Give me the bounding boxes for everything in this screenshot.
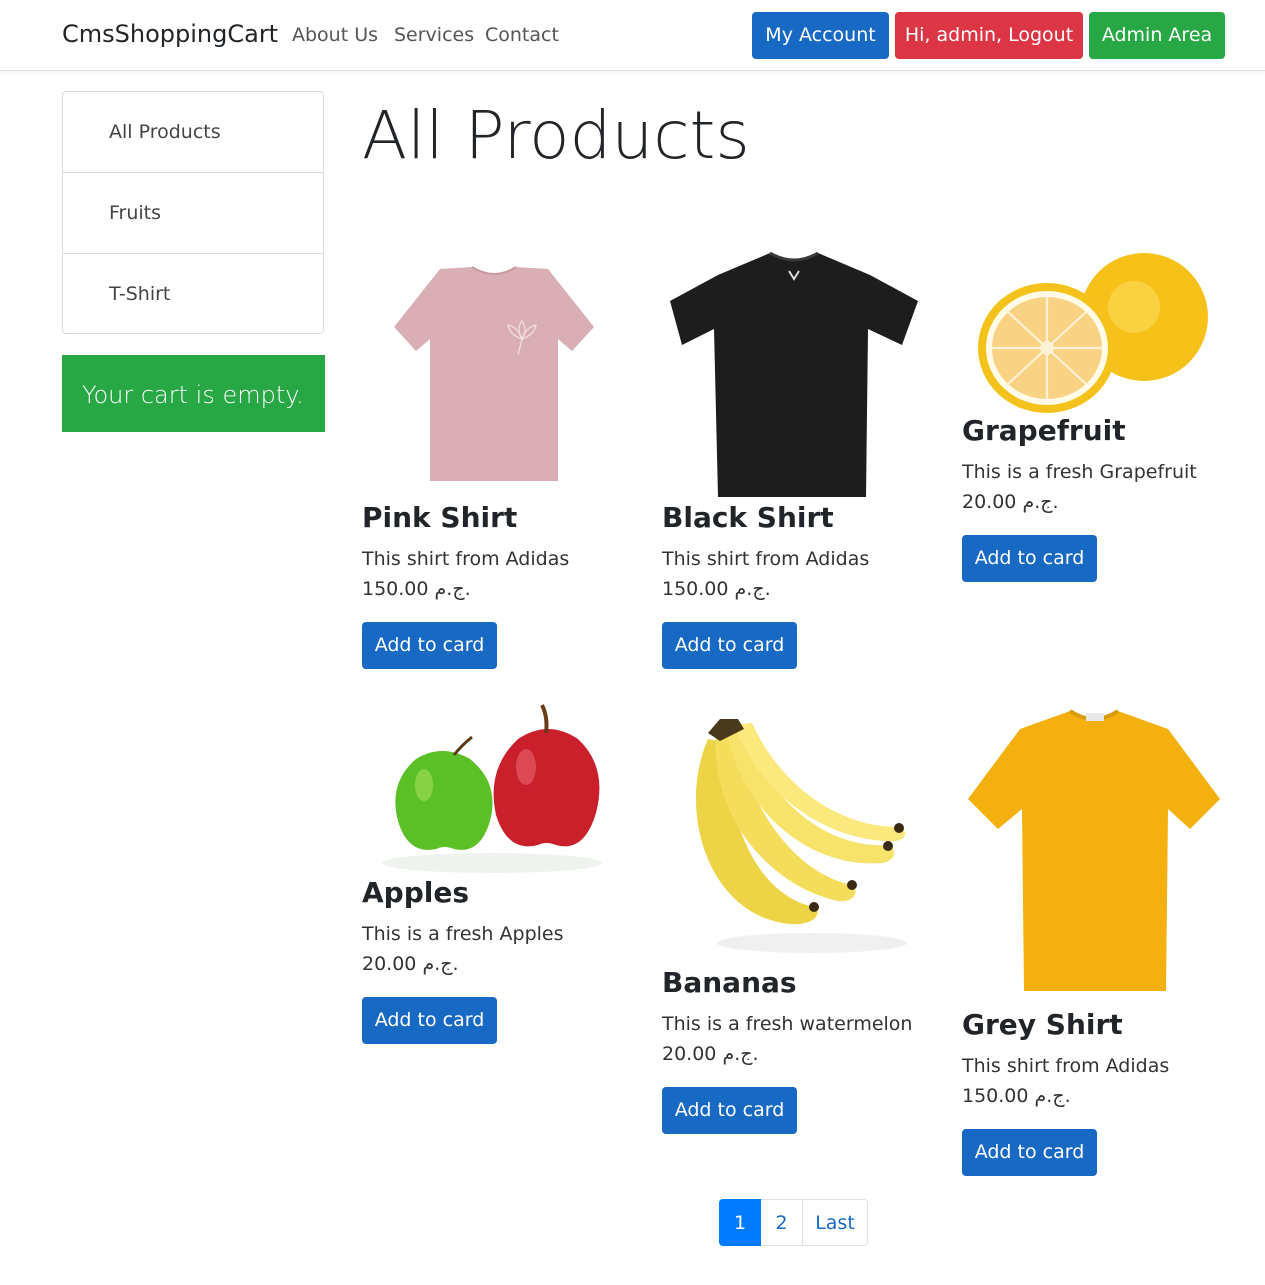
product-description: This is a fresh Grapefruit [962, 461, 1197, 484]
product-price: 150.00 ج.م. [962, 1085, 1071, 1108]
product-price: 20.00 ج.م. [662, 1043, 759, 1066]
product-image-bananas[interactable] [662, 703, 927, 965]
page-last[interactable]: Last [803, 1199, 868, 1246]
product-name[interactable]: Apples [362, 875, 627, 911]
category-t-shirt[interactable]: T-Shirt [63, 254, 323, 335]
navbar: CmsShoppingCart About Us Services Contac… [0, 0, 1265, 71]
add-to-cart-button[interactable]: Add to card [362, 997, 497, 1045]
product-name[interactable]: Black Shirt [662, 500, 927, 536]
product-name[interactable]: Bananas [662, 965, 927, 1001]
product-image-grapefruit[interactable] [962, 245, 1227, 413]
my-account-button[interactable]: My Account [752, 12, 889, 59]
admin-area-button[interactable]: Admin Area [1089, 12, 1225, 59]
product-description: This is a fresh Apples [362, 923, 564, 946]
product-name[interactable]: Grey Shirt [962, 1007, 1227, 1043]
product-card: Grapefruit This is a fresh Grapefruit 20… [962, 245, 1227, 583]
category-list: All Products Fruits T-Shirt [62, 91, 324, 334]
product-description: This shirt from Adidas [962, 1055, 1170, 1078]
nav-services[interactable]: Services [394, 24, 474, 46]
product-price: 20.00 ج.م. [962, 491, 1059, 514]
product-image-apples[interactable] [362, 703, 627, 875]
page-2[interactable]: 2 [761, 1199, 803, 1246]
product-name[interactable]: Grapefruit [962, 413, 1227, 449]
nav-about-us[interactable]: About Us [292, 24, 378, 46]
page-title: All Products [362, 97, 750, 174]
add-to-cart-button[interactable]: Add to card [362, 622, 497, 670]
add-to-cart-button[interactable]: Add to card [662, 1087, 797, 1135]
product-card: Black Shirt This shirt from Adidas 150.0… [662, 245, 927, 670]
nav-contact[interactable]: Contact [485, 24, 559, 46]
product-price: 150.00 ج.م. [662, 578, 771, 601]
product-card: Apples This is a fresh Apples 20.00 ج.م.… [362, 703, 627, 1045]
product-description: This shirt from Adidas [362, 548, 570, 571]
product-description: This is a fresh watermelon [662, 1013, 913, 1036]
pagination: 1 2 Last [719, 1199, 868, 1246]
category-fruits[interactable]: Fruits [63, 173, 323, 254]
product-image-grey-shirt[interactable] [962, 703, 1227, 1007]
product-card: Bananas This is a fresh watermelon 20.00… [662, 703, 927, 1135]
add-to-cart-button[interactable]: Add to card [962, 535, 1097, 583]
product-image-black-shirt[interactable] [662, 245, 927, 500]
product-description: This shirt from Adidas [662, 548, 870, 571]
page-1[interactable]: 1 [719, 1199, 761, 1246]
product-name[interactable]: Pink Shirt [362, 500, 627, 536]
product-card: Pink Shirt This shirt from Adidas 150.00… [362, 245, 627, 670]
brand-logo[interactable]: CmsShoppingCart [62, 20, 278, 48]
product-card: Grey Shirt This shirt from Adidas 150.00… [962, 703, 1227, 1177]
cart-status: Your cart is empty. [62, 355, 325, 432]
product-price: 20.00 ج.م. [362, 953, 459, 976]
product-price: 150.00 ج.م. [362, 578, 471, 601]
add-to-cart-button[interactable]: Add to card [962, 1129, 1097, 1177]
add-to-cart-button[interactable]: Add to card [662, 622, 797, 670]
logout-button[interactable]: Hi, admin, Logout [895, 12, 1083, 59]
category-all-products[interactable]: All Products [63, 92, 323, 173]
product-image-pink-shirt[interactable] [362, 245, 627, 500]
